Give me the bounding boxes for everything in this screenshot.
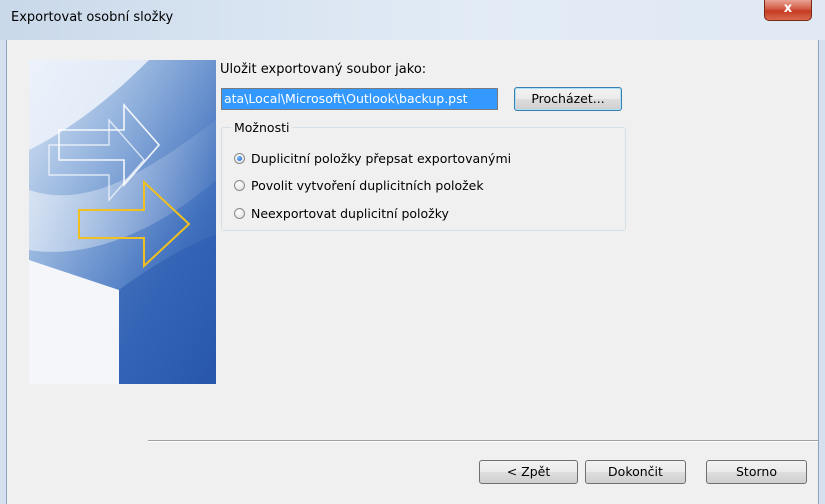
back-button[interactable]: < Zpět — [479, 460, 578, 484]
dialog-client-area: Uložit exportovaný soubor jako: ata\Loca… — [7, 40, 818, 504]
radio-replace-duplicates[interactable]: Duplicitní položky přepsat exportovanými — [234, 149, 511, 167]
radio-icon[interactable] — [234, 207, 245, 219]
window-titlebar: Exportovat osobní složky x — [0, 0, 825, 40]
radio-label: Duplicitní položky přepsat exportovanými — [251, 150, 512, 166]
finish-button[interactable]: Dokončit — [585, 460, 686, 484]
footer-separator — [148, 440, 818, 442]
options-legend: Možnosti — [231, 120, 293, 135]
window-frame-right — [818, 40, 825, 504]
radio-skip-duplicates[interactable]: Neexportovat duplicitní položky — [234, 204, 449, 222]
window-title: Exportovat osobní složky — [11, 10, 174, 25]
cancel-button[interactable]: Storno — [706, 460, 807, 484]
radio-label: Povolit vytvoření duplicitních položek — [251, 177, 484, 193]
file-path-input[interactable]: ata\Local\Microsoft\Outlook\backup.pst — [221, 88, 498, 110]
save-as-label: Uložit exportovaný soubor jako: — [220, 62, 427, 77]
wizard-banner-image — [29, 60, 216, 384]
window-frame-left — [0, 40, 7, 504]
browse-button[interactable]: Procházet... — [514, 87, 622, 111]
radio-label: Neexportovat duplicitní položky — [251, 205, 449, 221]
close-icon: x — [783, 1, 793, 16]
radio-icon-checked[interactable] — [234, 152, 245, 164]
radio-icon[interactable] — [234, 179, 245, 191]
close-button[interactable]: x — [764, 0, 812, 21]
radio-allow-duplicates[interactable]: Povolit vytvoření duplicitních položek — [234, 176, 484, 194]
